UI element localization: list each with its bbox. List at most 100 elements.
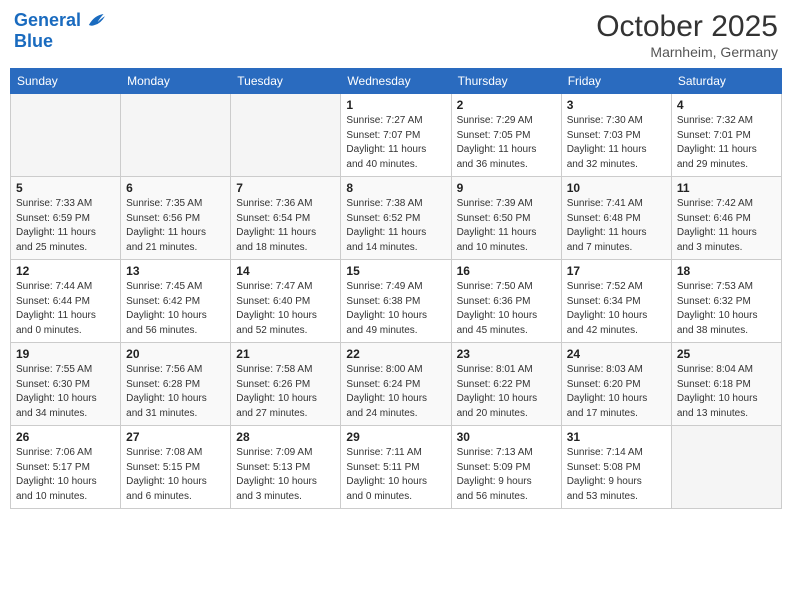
day-info: Sunrise: 8:04 AMSunset: 6:18 PMDaylight:…	[677, 363, 776, 421]
calendar-cell	[121, 94, 231, 177]
day-info: Sunrise: 7:56 AMSunset: 6:28 PMDaylight:…	[126, 363, 225, 421]
day-number: 14	[236, 264, 335, 278]
calendar-cell: 21 Sunrise: 7:58 AMSunset: 6:26 PMDayligh…	[231, 343, 341, 426]
day-number: 27	[126, 430, 225, 444]
day-number: 23	[457, 347, 556, 361]
logo-blue-text: Blue	[14, 32, 105, 52]
day-number: 26	[16, 430, 115, 444]
day-info: Sunrise: 7:30 AMSunset: 7:03 PMDaylight:…	[567, 114, 666, 172]
day-number: 19	[16, 347, 115, 361]
day-number: 28	[236, 430, 335, 444]
calendar-week-row: 26 Sunrise: 7:06 AMSunset: 5:17 PMDayligh…	[11, 426, 782, 509]
logo: General Blue	[14, 10, 105, 52]
day-info: Sunrise: 7:14 AMSunset: 5:08 PMDaylight:…	[567, 446, 666, 504]
weekday-header-saturday: Saturday	[671, 69, 781, 94]
logo-bird-icon	[83, 10, 105, 32]
calendar-cell: 14 Sunrise: 7:47 AMSunset: 6:40 PMDayligh…	[231, 260, 341, 343]
day-info: Sunrise: 7:13 AMSunset: 5:09 PMDaylight:…	[457, 446, 556, 504]
day-info: Sunrise: 8:01 AMSunset: 6:22 PMDaylight:…	[457, 363, 556, 421]
calendar-cell: 20 Sunrise: 7:56 AMSunset: 6:28 PMDayligh…	[121, 343, 231, 426]
day-number: 21	[236, 347, 335, 361]
day-info: Sunrise: 7:47 AMSunset: 6:40 PMDaylight:…	[236, 280, 335, 338]
calendar-cell: 1 Sunrise: 7:27 AMSunset: 7:07 PMDaylight…	[341, 94, 451, 177]
weekday-header-tuesday: Tuesday	[231, 69, 341, 94]
calendar-cell: 24 Sunrise: 8:03 AMSunset: 6:20 PMDayligh…	[561, 343, 671, 426]
day-info: Sunrise: 7:09 AMSunset: 5:13 PMDaylight:…	[236, 446, 335, 504]
day-info: Sunrise: 7:52 AMSunset: 6:34 PMDaylight:…	[567, 280, 666, 338]
calendar-cell: 3 Sunrise: 7:30 AMSunset: 7:03 PMDaylight…	[561, 94, 671, 177]
day-info: Sunrise: 7:58 AMSunset: 6:26 PMDaylight:…	[236, 363, 335, 421]
calendar-week-row: 19 Sunrise: 7:55 AMSunset: 6:30 PMDayligh…	[11, 343, 782, 426]
calendar-cell	[671, 426, 781, 509]
calendar-cell: 27 Sunrise: 7:08 AMSunset: 5:15 PMDayligh…	[121, 426, 231, 509]
page-header: General Blue October 2025 Marnheim, Germ…	[10, 10, 782, 60]
calendar-cell: 18 Sunrise: 7:53 AMSunset: 6:32 PMDayligh…	[671, 260, 781, 343]
day-number: 16	[457, 264, 556, 278]
month-title: October 2025	[596, 10, 778, 44]
calendar-cell: 6 Sunrise: 7:35 AMSunset: 6:56 PMDaylight…	[121, 177, 231, 260]
weekday-header-friday: Friday	[561, 69, 671, 94]
calendar-cell: 30 Sunrise: 7:13 AMSunset: 5:09 PMDayligh…	[451, 426, 561, 509]
calendar-cell	[11, 94, 121, 177]
day-number: 12	[16, 264, 115, 278]
day-number: 10	[567, 181, 666, 195]
day-number: 13	[126, 264, 225, 278]
day-number: 8	[346, 181, 445, 195]
calendar-cell: 17 Sunrise: 7:52 AMSunset: 6:34 PMDayligh…	[561, 260, 671, 343]
calendar-cell: 28 Sunrise: 7:09 AMSunset: 5:13 PMDayligh…	[231, 426, 341, 509]
calendar-cell: 19 Sunrise: 7:55 AMSunset: 6:30 PMDayligh…	[11, 343, 121, 426]
weekday-header-sunday: Sunday	[11, 69, 121, 94]
day-number: 22	[346, 347, 445, 361]
day-number: 1	[346, 98, 445, 112]
title-block: October 2025 Marnheim, Germany	[596, 10, 778, 60]
day-number: 18	[677, 264, 776, 278]
day-info: Sunrise: 7:41 AMSunset: 6:48 PMDaylight:…	[567, 197, 666, 255]
weekday-header-thursday: Thursday	[451, 69, 561, 94]
day-number: 30	[457, 430, 556, 444]
day-number: 17	[567, 264, 666, 278]
weekday-header-monday: Monday	[121, 69, 231, 94]
day-info: Sunrise: 7:49 AMSunset: 6:38 PMDaylight:…	[346, 280, 445, 338]
day-info: Sunrise: 7:08 AMSunset: 5:15 PMDaylight:…	[126, 446, 225, 504]
calendar-cell: 2 Sunrise: 7:29 AMSunset: 7:05 PMDaylight…	[451, 94, 561, 177]
calendar-week-row: 1 Sunrise: 7:27 AMSunset: 7:07 PMDaylight…	[11, 94, 782, 177]
day-number: 31	[567, 430, 666, 444]
calendar-cell: 29Sunrise: 7:11 AMSunset: 5:11 PMDayligh…	[341, 426, 451, 509]
day-info: Sunrise: 7:35 AMSunset: 6:56 PMDaylight:…	[126, 197, 225, 255]
calendar-cell: 26 Sunrise: 7:06 AMSunset: 5:17 PMDayligh…	[11, 426, 121, 509]
day-number: 25	[677, 347, 776, 361]
calendar-cell: 4Sunrise: 7:32 AMSunset: 7:01 PMDaylight…	[671, 94, 781, 177]
calendar-cell: 7Sunrise: 7:36 AMSunset: 6:54 PMDaylight…	[231, 177, 341, 260]
day-info: Sunrise: 8:03 AMSunset: 6:20 PMDaylight:…	[567, 363, 666, 421]
weekday-header-row: SundayMondayTuesdayWednesdayThursdayFrid…	[11, 69, 782, 94]
calendar-cell: 25 Sunrise: 8:04 AMSunset: 6:18 PMDayligh…	[671, 343, 781, 426]
day-number: 3	[567, 98, 666, 112]
day-info: Sunrise: 7:32 AMSunset: 7:01 PMDaylight:…	[677, 114, 776, 172]
day-info: Sunrise: 7:44 AMSunset: 6:44 PMDaylight:…	[16, 280, 115, 338]
calendar-cell: 9 Sunrise: 7:39 AMSunset: 6:50 PMDaylight…	[451, 177, 561, 260]
day-info: Sunrise: 7:33 AMSunset: 6:59 PMDaylight:…	[16, 197, 115, 255]
day-number: 6	[126, 181, 225, 195]
day-info: Sunrise: 8:00 AMSunset: 6:24 PMDaylight:…	[346, 363, 445, 421]
day-info: Sunrise: 7:29 AMSunset: 7:05 PMDaylight:…	[457, 114, 556, 172]
day-info: Sunrise: 7:45 AMSunset: 6:42 PMDaylight:…	[126, 280, 225, 338]
day-number: 20	[126, 347, 225, 361]
calendar-cell: 23 Sunrise: 8:01 AMSunset: 6:22 PMDayligh…	[451, 343, 561, 426]
day-number: 9	[457, 181, 556, 195]
logo-text: General	[14, 11, 81, 31]
day-info: Sunrise: 7:27 AMSunset: 7:07 PMDaylight:…	[346, 114, 445, 172]
day-number: 24	[567, 347, 666, 361]
day-number: 2	[457, 98, 556, 112]
calendar-cell: 31 Sunrise: 7:14 AMSunset: 5:08 PMDayligh…	[561, 426, 671, 509]
day-info: Sunrise: 7:55 AMSunset: 6:30 PMDaylight:…	[16, 363, 115, 421]
calendar-table: SundayMondayTuesdayWednesdayThursdayFrid…	[10, 68, 782, 509]
day-info: Sunrise: 7:38 AMSunset: 6:52 PMDaylight:…	[346, 197, 445, 255]
weekday-header-wednesday: Wednesday	[341, 69, 451, 94]
day-number: 15	[346, 264, 445, 278]
day-info: Sunrise: 7:39 AMSunset: 6:50 PMDaylight:…	[457, 197, 556, 255]
calendar-cell: 11Sunrise: 7:42 AMSunset: 6:46 PMDayligh…	[671, 177, 781, 260]
day-info: Sunrise: 7:53 AMSunset: 6:32 PMDaylight:…	[677, 280, 776, 338]
day-info: Sunrise: 7:06 AMSunset: 5:17 PMDaylight:…	[16, 446, 115, 504]
calendar-cell: 12 Sunrise: 7:44 AMSunset: 6:44 PMDayligh…	[11, 260, 121, 343]
calendar-cell	[231, 94, 341, 177]
